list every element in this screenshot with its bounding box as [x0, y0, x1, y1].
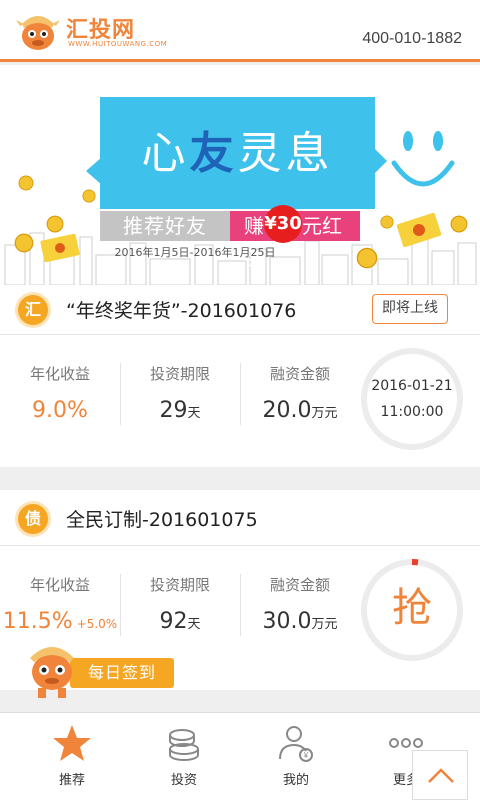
banknote-icon	[40, 233, 80, 263]
amount-unit: 万元	[311, 617, 338, 632]
annual-yield-label: 年化收益	[29, 576, 90, 594]
divider	[240, 574, 241, 636]
amount-number: 20.0	[262, 398, 312, 423]
daily-checkin-label: 每日签到	[70, 658, 174, 688]
daily-checkin-button[interactable]: 每日签到	[20, 632, 174, 702]
banner-card-notch-right	[373, 147, 387, 175]
divider	[240, 363, 241, 425]
svg-text:¥: ¥	[303, 751, 309, 760]
banner-title-pre: 心	[141, 128, 190, 179]
coming-soon-button[interactable]: 即将上线	[372, 294, 448, 324]
annual-yield-value: 9.0%	[32, 398, 88, 423]
annual-yield-label: 年化收益	[29, 365, 90, 383]
banner-ribbon-reward: 赚¥30元红包	[230, 205, 360, 270]
yield-number: 11.5%	[2, 609, 73, 634]
back-to-top-button[interactable]	[412, 750, 468, 800]
banknote-icon	[396, 213, 442, 247]
investment-term-value: 92天	[134, 609, 226, 634]
logo[interactable]: 汇投网 WWW.HUITOUWANG.COM	[14, 6, 167, 52]
nav-item-recommend[interactable]: 推荐	[12, 723, 132, 788]
term-unit: 天	[187, 617, 201, 632]
amount-number: 30.0	[262, 609, 312, 634]
investment-term: 投资期限 92天	[134, 574, 226, 634]
coins-icon	[169, 729, 199, 761]
annual-yield: 年化收益 9.0%	[14, 363, 106, 423]
banner-amount: ¥30	[264, 205, 302, 243]
amount-unit: 万元	[311, 406, 338, 421]
financing-amount-value: 20.0万元	[254, 398, 346, 423]
launch-date: 2016-01-21	[371, 378, 453, 394]
coin-icon	[356, 247, 378, 269]
nav-item-mine[interactable]: ¥ 我的	[236, 723, 356, 788]
coin-icon	[46, 215, 64, 233]
banner-ribbon-recommend: 推荐好友	[100, 211, 230, 241]
star-icon	[53, 725, 91, 761]
financing-amount: 融资金额 20.0万元	[254, 363, 346, 423]
grab-button[interactable]: 抢	[358, 584, 466, 632]
yield-bonus: +5.0%	[76, 617, 118, 631]
term-number: 29	[159, 398, 188, 423]
term-number: 92	[159, 609, 188, 634]
annual-yield: 年化收益 11.5% +5.0%	[0, 574, 120, 634]
coin-icon	[18, 175, 34, 191]
financing-amount-label: 融资金额	[269, 365, 330, 383]
logo-subtext: WWW.HUITOUWANG.COM	[68, 40, 168, 48]
mascot-icon	[30, 647, 74, 698]
product-card[interactable]: 汇 “年终奖年货”-201601076 即将上线 年化收益 9.0% 投资期限 …	[0, 285, 480, 467]
financing-amount-value: 30.0万元	[254, 609, 346, 634]
divider	[120, 363, 121, 425]
app-header: 汇投网 WWW.HUITOUWANG.COM 400-010-1882	[0, 0, 480, 62]
promo-banner[interactable]: 心友灵息 推荐好友 赚¥30元红包 2016年1月5日-2016年1月25日	[0, 65, 480, 285]
banner-earn-label: 赚	[244, 214, 264, 238]
annual-yield-value: 11.5% +5.0%	[0, 609, 120, 634]
launch-clock: 11:00:00	[380, 404, 444, 420]
user-icon: ¥	[279, 726, 313, 762]
product-card-header: 汇 “年终奖年货”-201601076 即将上线	[0, 285, 480, 335]
nav-item-invest[interactable]: 投资	[124, 723, 244, 788]
banner-title: 心友灵息	[100, 117, 375, 181]
smiley-face-icon	[391, 131, 455, 187]
investment-term: 投资期限 29天	[134, 363, 226, 423]
hotline-phone[interactable]: 400-010-1882	[362, 30, 462, 48]
mascot-icon	[16, 16, 60, 50]
nav-label: 投资	[170, 773, 197, 788]
product-card-header: 债 全民订制-201601075	[0, 490, 480, 546]
investment-term-value: 29天	[134, 398, 226, 423]
product-type-badge: 债	[18, 504, 48, 534]
banner-title-post: 灵息	[237, 128, 334, 179]
nav-label: 推荐	[58, 773, 85, 788]
product-title[interactable]: “年终奖年货”-201601076	[66, 296, 296, 323]
coin-icon	[82, 189, 96, 203]
investment-term-label: 投资期限	[149, 576, 210, 594]
coin-icon	[14, 233, 34, 253]
product-title[interactable]: 全民订制-201601075	[66, 505, 258, 532]
banner-date-range: 2016年1月5日-2016年1月25日	[114, 246, 276, 259]
financing-amount-label: 融资金额	[269, 576, 330, 594]
launch-time: 2016-01-21 11:00:00	[358, 373, 466, 425]
product-stats: 年化收益 9.0% 投资期限 29天 融资金额 20.0万元 2016-01-2…	[0, 335, 480, 465]
divider	[120, 574, 121, 636]
investment-term-label: 投资期限	[149, 365, 210, 383]
chevron-up-icon	[428, 768, 454, 783]
banner-title-highlight: 友	[189, 128, 238, 179]
bottom-navigation: 推荐 投资 ¥ 我的 更多	[0, 712, 480, 800]
term-unit: 天	[187, 406, 201, 421]
coin-icon	[450, 215, 468, 233]
nav-label: 我的	[282, 773, 309, 788]
coin-icon	[380, 215, 394, 229]
financing-amount: 融资金额 30.0万元	[254, 574, 346, 634]
product-type-badge: 汇	[18, 295, 48, 325]
